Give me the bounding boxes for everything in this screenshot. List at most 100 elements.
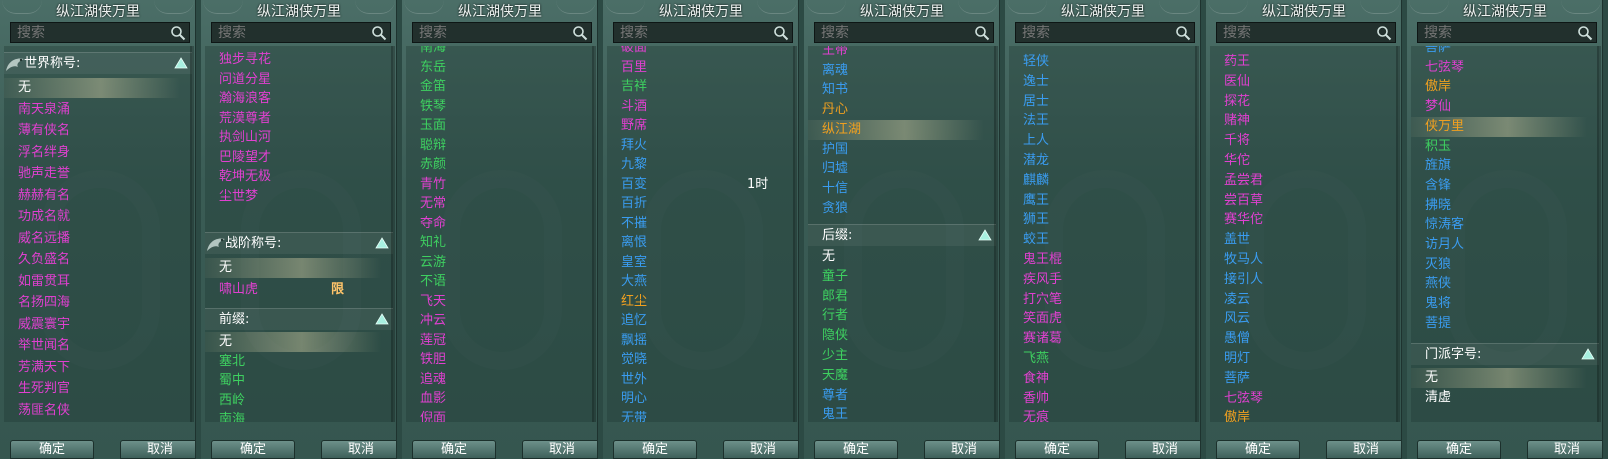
section-header[interactable]: 世界称号: (4, 52, 192, 74)
search-icon[interactable] (1376, 25, 1392, 41)
list-item[interactable]: 尊者 (822, 386, 848, 406)
search-input[interactable] (412, 22, 592, 43)
title-list[interactable]: 菩萨 七弦琴 傲岸 梦仙 侠万里 积玉 旌旗 含锋 拂晓 惊涛客 访月人 灭狼 燕侠 鬼将 菩提 门派字号: 无… (1411, 46, 1599, 422)
cancel-button[interactable]: 取消 (1326, 440, 1401, 459)
search-icon[interactable] (371, 25, 387, 41)
list-item[interactable]: 世外 (621, 370, 647, 390)
list-item[interactable]: 童子 (822, 267, 848, 287)
list-item[interactable]: 居士 (1023, 92, 1049, 112)
list-item[interactable]: 知礼 (420, 233, 446, 253)
list-item[interactable]: 离魂 (822, 61, 848, 81)
list-item[interactable]: 丹心 (822, 100, 848, 120)
list-item[interactable]: 赫赫有名 (18, 186, 70, 206)
list-item[interactable]: 生死判官 (18, 379, 70, 399)
title-list[interactable]: 王带 离魂 知书 丹心 纵江湖 护国 归墟 十信 贪狼 后缀: 无童子 郎君 行者 隐侠 少主 天魔 尊者 鬼王 (808, 46, 996, 422)
search-icon[interactable] (974, 25, 990, 41)
list-item[interactable]: 少主 (822, 346, 848, 366)
list-item[interactable]: 离恨 (621, 233, 647, 253)
scrollbar[interactable] (1195, 46, 1199, 422)
list-item[interactable]: 轻侠 (1023, 52, 1049, 72)
list-item[interactable]: 护国 (822, 140, 848, 160)
list-item[interactable]: 百里 (621, 58, 647, 78)
list-item[interactable]: 清虚 (1425, 388, 1451, 408)
list-item[interactable]: 觉晓 (621, 350, 647, 370)
list-item[interactable]: 云游 (420, 253, 446, 273)
list-item[interactable]: 西岭 (219, 391, 245, 411)
list-item[interactable]: 鹰王 (1023, 191, 1049, 211)
list-item[interactable]: 菩萨 (1224, 369, 1250, 389)
search-input[interactable] (613, 22, 793, 43)
search-icon[interactable] (1577, 25, 1593, 41)
list-item[interactable]: 灭狼 (1425, 255, 1451, 275)
list-item[interactable]: 上人 (1023, 131, 1049, 151)
list-item[interactable]: 红尘 (621, 292, 647, 312)
list-item[interactable]: 牧马人 (1224, 250, 1263, 270)
list-item[interactable]: 食神 (1023, 369, 1049, 389)
collapse-triangle-icon[interactable] (375, 313, 389, 325)
list-item[interactable]: 傲岸 (1224, 408, 1250, 422)
list-item[interactable]: 隐侠 (822, 326, 848, 346)
collapse-triangle-icon[interactable] (375, 237, 389, 249)
list-item[interactable]: 铁琴 (420, 97, 446, 117)
confirm-button[interactable]: 确定 (412, 440, 496, 459)
list-item[interactable]: 笑面虎 (1023, 309, 1062, 329)
confirm-button[interactable]: 确定 (1015, 440, 1099, 459)
list-item[interactable]: 归墟 (822, 159, 848, 179)
search-input[interactable] (814, 22, 994, 43)
section-header[interactable]: 门派字号: (1411, 343, 1599, 365)
list-item[interactable]: 执剑山河 (219, 128, 271, 148)
list-item[interactable]: 倪面 (420, 409, 446, 423)
list-item[interactable]: 盖世 (1224, 230, 1250, 250)
list-item[interactable]: 明心 (621, 389, 647, 409)
list-item[interactable]: 无带 (621, 409, 647, 423)
list-item[interactable]: 金笛 (420, 77, 446, 97)
list-item[interactable]: 九黎 (621, 155, 647, 175)
list-item[interactable]: 含锋 (1425, 176, 1451, 196)
list-item[interactable]: 香帅 (1023, 389, 1049, 409)
list-item[interactable]: 风云 (1224, 309, 1250, 329)
confirm-button[interactable]: 确定 (1216, 440, 1300, 459)
title-list[interactable]: 独步寻花 问道分星 瀚海浪客 荒漠尊者 执剑山河 巴陵望才 乾坤无极 尘世梦 战阶称号: 无啸山虎… (205, 46, 393, 422)
list-item[interactable]: 七弦琴 (1425, 58, 1464, 78)
list-item[interactable]: 蛟王 (1023, 230, 1049, 250)
list-item[interactable]: 赛华佗 (1224, 210, 1263, 230)
list-item[interactable]: 打穴笔 (1023, 290, 1062, 310)
title-list[interactable]: 轻侠 逸士 居士 法王 上人 潜龙 麒麟 鹰王 狮王 蛟王 鬼王棍 疾风手 打穴笔 笑面虎 赛诸葛 飞燕 食神香… (1009, 46, 1197, 422)
list-item[interactable]: 菩萨 (1425, 46, 1451, 58)
search-input[interactable] (1015, 22, 1195, 43)
list-item[interactable]: 荒漠尊者 (219, 109, 271, 129)
list-item[interactable]: 驰声走誉 (18, 164, 70, 184)
list-item[interactable]: 行者 (822, 306, 848, 326)
list-item[interactable]: 野席 (621, 116, 647, 136)
list-item[interactable]: 飘摇 (621, 331, 647, 351)
confirm-button[interactable]: 确定 (814, 440, 898, 459)
list-item[interactable]: 千将 (1224, 131, 1250, 151)
list-item[interactable]: 薄有侠名 (18, 121, 70, 141)
search-input[interactable] (211, 22, 391, 43)
list-item[interactable]: 铁胆 (420, 350, 446, 370)
list-item[interactable]: 无 (219, 332, 232, 352)
list-item[interactable]: 侠万里 (1425, 117, 1464, 137)
list-item[interactable]: 南海 (420, 46, 446, 58)
list-item[interactable]: 问道分星 (219, 70, 271, 90)
list-item[interactable]: 愚僧 (1224, 329, 1250, 349)
list-item[interactable]: 七弦琴 (1224, 389, 1263, 409)
cancel-button[interactable]: 取消 (522, 440, 597, 459)
list-item[interactable]: 鬼王棍 (1023, 250, 1062, 270)
list-item[interactable]: 孟尝君 (1224, 171, 1263, 191)
scrollbar[interactable] (793, 46, 797, 422)
list-item[interactable]: 大燕 (621, 272, 647, 292)
search-icon[interactable] (572, 25, 588, 41)
list-item[interactable]: 无 (1425, 368, 1438, 388)
list-item[interactable]: 飞燕 (1023, 349, 1049, 369)
confirm-button[interactable]: 确定 (10, 440, 94, 459)
search-input[interactable] (1216, 22, 1396, 43)
list-item[interactable]: 药王 (1224, 52, 1250, 72)
list-item[interactable]: 青竹 (420, 175, 446, 195)
cancel-button[interactable]: 取消 (120, 440, 195, 459)
list-item[interactable]: 天魔 (822, 366, 848, 386)
list-item[interactable]: 王带 (822, 46, 848, 61)
confirm-button[interactable]: 确定 (613, 440, 697, 459)
search-input[interactable] (10, 22, 190, 43)
list-item[interactable]: 威名远播 (18, 229, 70, 249)
